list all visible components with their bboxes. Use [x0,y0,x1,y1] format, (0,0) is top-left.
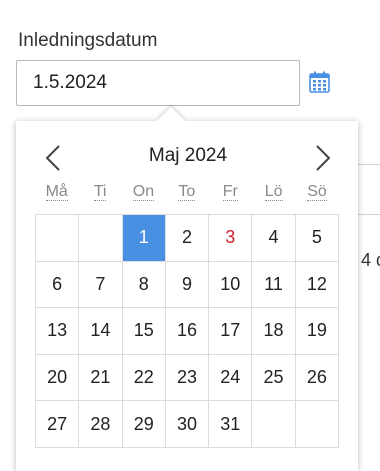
day-cell[interactable]: 24 [209,354,253,402]
day-cell[interactable]: 2 [165,215,210,262]
weekday-abbr: Fr [222,183,238,201]
day-cell[interactable]: 29 [122,401,166,448]
day-cell[interactable]: 10 [209,261,253,309]
weekday-abbr: Sö [307,183,327,201]
day-cell[interactable]: 22 [122,354,166,402]
background-text: 4 d [361,250,380,270]
day-cell[interactable]: 14 [79,308,123,355]
day-cell[interactable]: 6 [36,261,80,309]
day-cell[interactable]: 18 [252,308,296,355]
day-cell[interactable]: 19 [295,308,339,355]
day-cell[interactable]: 25 [252,354,296,402]
background-field-border [358,214,380,215]
weekday-abbr: On [132,183,155,201]
weekday-abbr: Må [45,183,68,201]
day-cell[interactable]: 13 [36,308,80,355]
day-cell[interactable]: 17 [209,308,253,355]
date-input[interactable]: 1.5.2024 [16,60,300,106]
weekday-header: Må Ti On To Fr Lö Sö [35,183,339,201]
weekday-label: To [165,183,208,201]
day-cell[interactable]: 3 [209,215,253,262]
day-cell[interactable]: 16 [165,308,210,355]
weekday-label: On [122,183,165,201]
empty-day-cell [252,401,296,448]
day-cell[interactable]: 21 [79,354,123,402]
day-cell[interactable]: 8 [122,261,166,309]
day-cell[interactable]: 23 [165,354,210,402]
empty-day-cell [36,215,80,262]
day-grid: 1 2 3 4 5 6 7 8 9 10 11 12 13 14 15 16 17 18 19 20 21 22 23 24 2… [35,214,339,448]
day-cell[interactable]: 31 [209,401,253,448]
day-cell[interactable]: 9 [165,261,210,309]
weekday-label: Ti [78,183,121,201]
day-cell[interactable]: 1 [122,215,166,262]
weekday-abbr: Ti [93,183,107,201]
chevron-right-icon[interactable] [314,144,332,172]
day-cell[interactable]: 26 [295,354,339,402]
weekday-label: Sö [295,183,338,201]
weekday-abbr: Lö [264,183,283,201]
weekday-label: Fr [209,183,252,201]
field-label: Inledningsdatum [18,30,158,51]
empty-day-cell [79,215,123,262]
day-cell[interactable]: 15 [122,308,166,355]
calendar-icon[interactable] [309,71,330,93]
day-cell[interactable]: 20 [36,354,80,402]
day-cell[interactable]: 5 [295,215,339,262]
day-cell[interactable]: 27 [36,401,80,448]
day-cell[interactable]: 7 [79,261,123,309]
day-cell[interactable]: 12 [295,261,339,309]
day-cell[interactable]: 30 [165,401,210,448]
weekday-label: Må [35,183,78,201]
empty-day-cell [295,401,339,448]
month-title: Maj 2024 [148,145,228,166]
weekday-label: Lö [252,183,295,201]
day-cell[interactable]: 11 [252,261,296,309]
day-cell[interactable]: 28 [79,401,123,448]
weekday-abbr: To [178,183,196,201]
day-cell[interactable]: 4 [252,215,296,262]
background-field-border [358,164,380,165]
chevron-left-icon[interactable] [44,144,62,172]
